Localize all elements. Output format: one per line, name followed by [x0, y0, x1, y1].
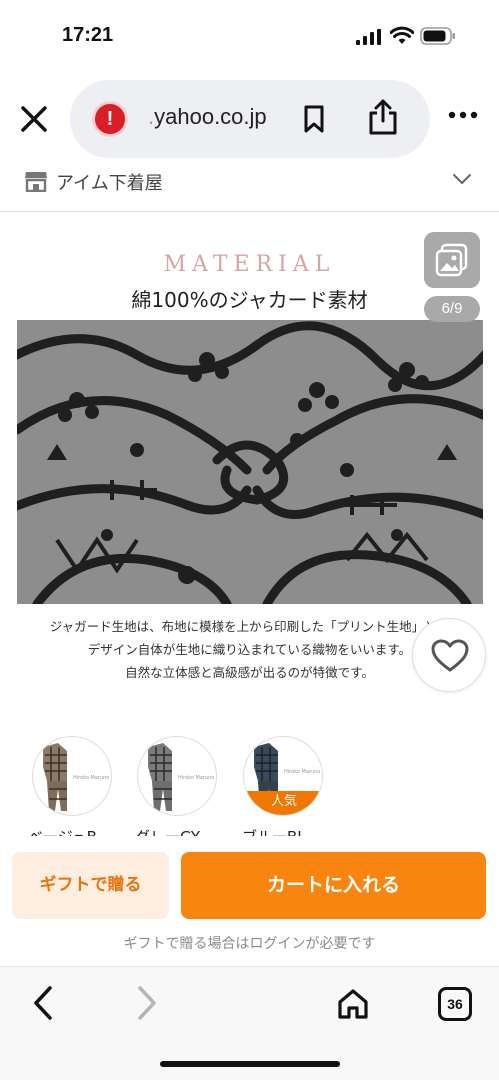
gallery-button[interactable] — [424, 232, 480, 288]
status-time: 17:21 — [62, 24, 114, 46]
battery-icon — [420, 27, 455, 45]
brand-text: Hiroko Maruno — [73, 775, 109, 781]
forward-icon[interactable] — [132, 985, 160, 1021]
chevron-down-icon[interactable] — [452, 172, 472, 186]
browser-toolbar: 36 — [0, 966, 499, 1080]
favorite-button[interactable] — [412, 618, 486, 692]
gift-button[interactable]: ギフトで贈る — [12, 852, 169, 919]
heart-icon — [431, 639, 469, 672]
url-domain: yahoo.co.jp — [154, 104, 267, 129]
url-text[interactable]: .yahoo.co.jp — [148, 104, 267, 130]
brand-text: Hiroko Maruno — [284, 769, 320, 775]
home-indicator — [160, 1061, 340, 1067]
home-icon[interactable] — [336, 987, 370, 1021]
pajama-thumbnail: Hiroko Maruno — [43, 743, 109, 811]
wifi-icon — [390, 26, 414, 44]
store-name[interactable]: アイム下着屋 — [56, 169, 163, 195]
signal-icon — [356, 29, 381, 45]
gift-login-note: ギフトで贈る場合はログインが必要です — [123, 936, 376, 952]
add-to-cart-button[interactable]: カートに入れる — [181, 852, 486, 919]
warning-icon[interactable]: ! — [92, 101, 128, 137]
store-header[interactable]: アイム下着屋 — [0, 160, 499, 212]
product-image[interactable] — [17, 320, 483, 604]
gallery-icon — [435, 243, 468, 277]
url-bar[interactable]: ! .yahoo.co.jp — [70, 80, 430, 158]
color-option-gray[interactable]: Hiroko Maruno — [137, 736, 217, 816]
purchase-bar: ギフトで贈る カートに入れる ギフトで贈る場合はログインが必要です — [0, 836, 499, 968]
brand-text: Hiroko Maruno — [178, 775, 214, 781]
color-option-beige[interactable]: Hiroko Maruno — [32, 736, 112, 816]
share-icon[interactable] — [366, 98, 400, 136]
store-icon — [25, 172, 47, 192]
color-option-blue[interactable]: Hiroko Maruno 人気 — [243, 736, 323, 816]
image-counter: 6/9 — [424, 296, 480, 322]
more-icon[interactable] — [448, 110, 478, 120]
bookmark-icon[interactable] — [302, 104, 326, 134]
close-icon[interactable] — [18, 103, 50, 135]
popular-badge: 人気 — [244, 791, 322, 815]
tabs-button[interactable]: 36 — [438, 987, 472, 1021]
pajama-thumbnail: Hiroko Maruno — [148, 743, 214, 811]
fabric-pattern — [17, 320, 483, 604]
status-bar: 17:21 — [0, 0, 499, 72]
back-icon[interactable] — [30, 985, 58, 1021]
